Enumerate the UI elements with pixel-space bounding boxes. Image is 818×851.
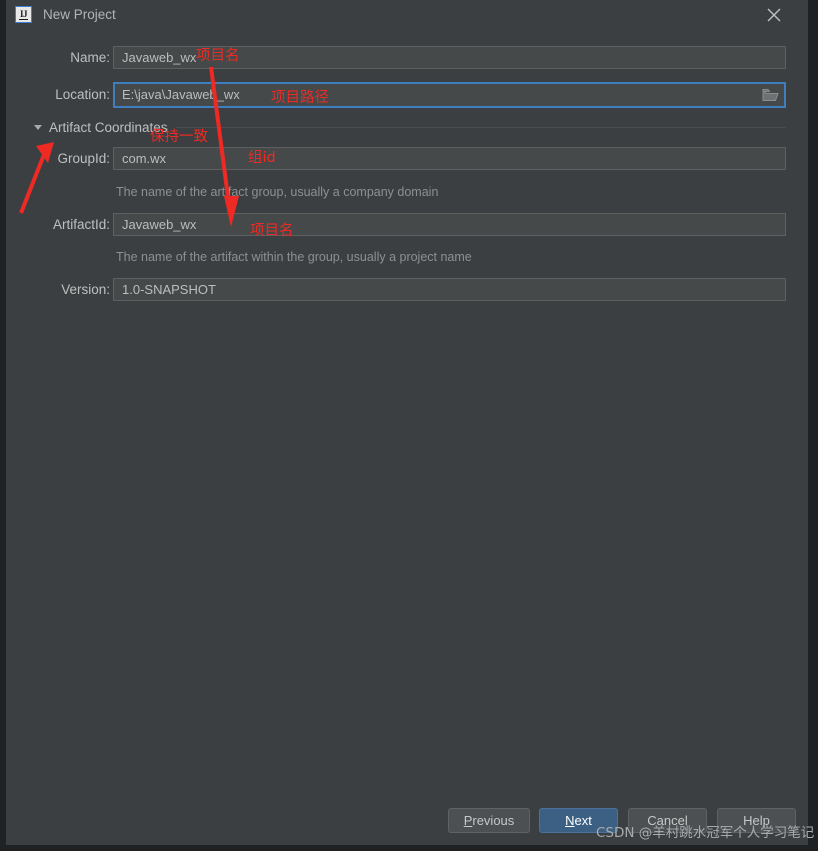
location-label: Location:: [55, 87, 110, 102]
artifactid-input[interactable]: Javaweb_wx: [113, 213, 786, 236]
groupid-label: GroupId:: [57, 151, 110, 166]
new-project-dialog: IJ New Project Name: Javaweb_wx Location…: [0, 0, 818, 851]
window-border-right: [808, 0, 818, 851]
version-input-value: 1.0-SNAPSHOT: [122, 281, 216, 297]
folder-open-icon[interactable]: [760, 87, 781, 102]
version-input[interactable]: 1.0-SNAPSHOT: [113, 278, 786, 301]
artifactid-label: ArtifactId:: [52, 217, 110, 232]
annotation-location-note: 项目路径: [271, 90, 329, 106]
version-label: Version:: [61, 282, 110, 297]
intellij-idea-icon: IJ: [15, 6, 32, 23]
window-border-left: [0, 0, 6, 851]
chevron-down-icon: [34, 124, 42, 130]
artifact-coordinates-section-toggle[interactable]: Artifact Coordinates: [34, 118, 168, 136]
artifactid-hint: The name of the artifact within the grou…: [116, 250, 472, 264]
groupid-hint: The name of the artifact group, usually …: [116, 185, 439, 199]
next-button-label: Next: [565, 813, 592, 828]
window-title: New Project: [43, 7, 116, 22]
groupid-input-value: com.wx: [122, 150, 167, 166]
previous-button[interactable]: Previous: [448, 808, 530, 833]
section-divider: [176, 127, 786, 128]
title-bar: IJ New Project: [6, 0, 808, 30]
location-input[interactable]: E:\java\Javaweb_wx: [113, 82, 786, 108]
previous-button-label: Previous: [463, 813, 515, 828]
window-border-bottom: [0, 845, 818, 851]
csdn-watermark: CSDN @羊村跳水冠军个人学习笔记: [596, 825, 815, 841]
annotation-consistent-note: 保持一致: [150, 129, 208, 145]
name-input-value: Javaweb_wx: [122, 49, 197, 65]
close-icon[interactable]: [752, 0, 796, 30]
name-label: Name:: [70, 50, 110, 65]
annotation-groupid-note: 组id: [248, 150, 276, 166]
annotation-artifactid-note: 项目名: [250, 223, 294, 239]
location-input-value: E:\java\Javaweb_wx: [122, 87, 240, 102]
annotation-name-note: 项目名: [196, 48, 240, 64]
artifactid-input-value: Javaweb_wx: [122, 216, 197, 232]
groupid-input[interactable]: com.wx: [113, 147, 786, 170]
